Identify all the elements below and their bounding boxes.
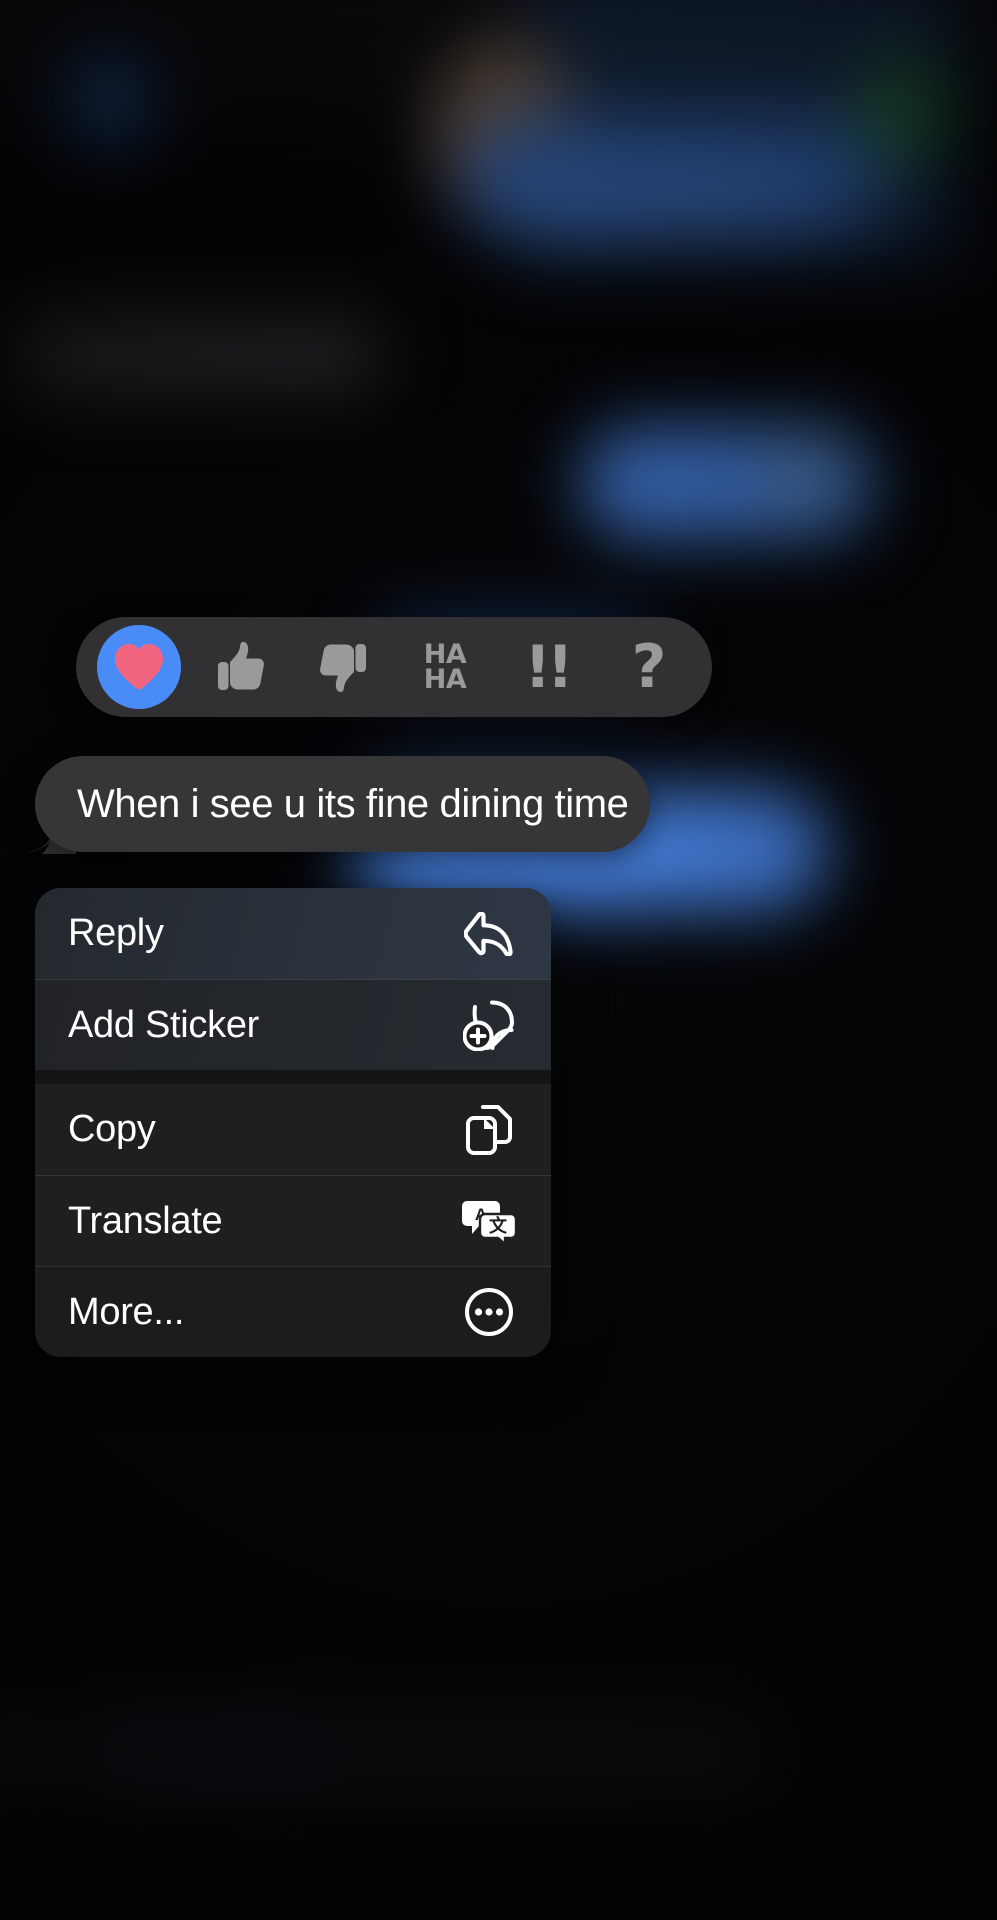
menu-item-add-sticker-label: Add Sticker [68, 1003, 260, 1046]
menu-item-add-sticker[interactable]: Add Sticker [35, 979, 551, 1070]
copy-documents-icon [461, 1102, 517, 1158]
tapback-reaction-bar[interactable]: HA HA !! ? [76, 617, 712, 717]
menu-group-separator [35, 1070, 551, 1084]
heart-icon [115, 644, 163, 690]
reply-arrow-icon [461, 906, 517, 962]
message-text: When i see u its fine dining time [77, 781, 629, 826]
translate-right-char: 文 [489, 1215, 508, 1237]
reaction-question[interactable]: ? [598, 624, 700, 710]
thumbs-down-icon [320, 644, 366, 693]
background-incoming-bubble [15, 315, 385, 393]
menu-item-copy[interactable]: Copy [35, 1084, 551, 1175]
haha-line-2: HA [423, 664, 467, 695]
message-context-menu[interactable]: Reply Add Sticker Copy Translate 文 More.… [35, 888, 551, 1357]
menu-item-more-label: More... [68, 1290, 185, 1333]
reaction-heart[interactable] [88, 624, 190, 710]
double-exclamation-icon: !! [524, 633, 574, 701]
reaction-haha[interactable]: HA HA [394, 624, 496, 710]
menu-item-reply[interactable]: Reply [35, 888, 551, 979]
reaction-thumbs-up[interactable] [190, 624, 292, 710]
add-sticker-icon [461, 997, 517, 1053]
background-outgoing-bubble-inner [465, 168, 805, 228]
focused-message[interactable]: When i see u its fine dining time [22, 756, 650, 854]
translate-bubbles-icon: A 文 [461, 1193, 517, 1249]
reaction-exclamation[interactable]: !! [496, 624, 598, 710]
menu-item-more[interactable]: More... [35, 1266, 551, 1357]
menu-item-translate[interactable]: Translate A 文 [35, 1175, 551, 1266]
reaction-thumbs-down[interactable] [292, 624, 394, 710]
thumbs-up-icon [218, 641, 264, 690]
background-composer-plus [0, 1720, 40, 1788]
background-bubble-sticker [775, 450, 833, 500]
menu-item-copy-label: Copy [68, 1108, 156, 1150]
question-mark-icon: ? [631, 632, 667, 702]
message-bubble[interactable]: When i see u its fine dining time [35, 756, 650, 852]
menu-item-reply-label: Reply [68, 912, 164, 954]
more-circle-ellipsis-icon [461, 1284, 517, 1340]
menu-item-translate-label: Translate [68, 1199, 223, 1242]
haha-icon: HA HA [423, 641, 467, 695]
background-composer-icons [100, 1732, 330, 1784]
background-avatar-left [60, 50, 156, 146]
